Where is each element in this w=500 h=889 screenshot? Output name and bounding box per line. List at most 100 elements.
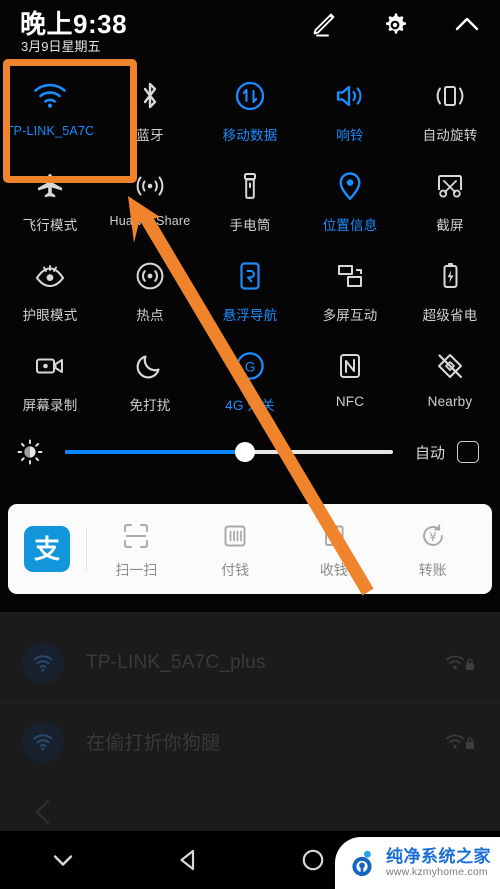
tile-multiscreen[interactable]: 多屏互动	[300, 242, 400, 332]
tile-label: 护眼模式	[22, 308, 78, 323]
tile-label: NFC	[335, 394, 365, 409]
screen-record-icon	[33, 346, 67, 386]
tile-location[interactable]: 位置信息	[300, 152, 400, 242]
tile-label: 响铃	[336, 128, 364, 143]
tile-label: 悬浮导航	[222, 308, 278, 323]
tile-label: 多屏互动	[322, 308, 378, 323]
tile-hotspot[interactable]: 热点	[100, 242, 200, 332]
tile-airplane-mode[interactable]: 飞行模式	[0, 152, 100, 242]
airplane-icon	[34, 166, 66, 206]
tile-label: 手电筒	[229, 218, 271, 233]
tile-nearby[interactable]: Nearby	[400, 332, 500, 422]
tile-label: 位置信息	[322, 218, 378, 233]
barcode-icon	[221, 519, 249, 553]
tile-label: 自动旋转	[422, 128, 478, 143]
tile-flashlight[interactable]: 手电筒	[200, 152, 300, 242]
alipay-action-scan[interactable]: 扫一扫	[87, 519, 186, 580]
tile-label: 移动数据	[222, 128, 278, 143]
tile-screenshot[interactable]: 截屏	[400, 152, 500, 242]
action-label: 收钱	[319, 561, 348, 578]
status-bar: 晚上9:38 3月9日星期五	[0, 0, 500, 58]
back-button[interactable]	[125, 831, 250, 889]
location-pin-icon	[337, 166, 363, 206]
tile-label: 截屏	[436, 218, 464, 233]
slider-fill	[65, 450, 246, 454]
phone-screen: TP-LINK_5A7C_plus 在偷打折你狗腿 晚上9:38 3月9日星期五…	[0, 0, 500, 889]
alipay-action-receive[interactable]: 收钱	[285, 519, 384, 580]
wifi-icon	[33, 76, 67, 116]
scan-icon	[122, 519, 150, 553]
tile-4g-toggle[interactable]: G 4G 开关	[200, 332, 300, 422]
alipay-action-transfer[interactable]: ¥ 转账	[383, 519, 482, 580]
chevron-up-icon[interactable]	[452, 10, 482, 40]
mobile-data-icon	[234, 76, 266, 116]
brightness-icon	[17, 439, 43, 465]
quick-settings-panel: 晚上9:38 3月9日星期五 TP-LINK_5A7C 蓝牙 移动数据 响铃 自…	[0, 0, 500, 612]
settings-gear-icon[interactable]	[380, 10, 410, 40]
transfer-icon: ¥	[419, 519, 447, 553]
tile-label: 屏幕录制	[22, 398, 78, 413]
tile-ringer[interactable]: 响铃	[300, 62, 400, 152]
list-item[interactable]: 在偷打折你狗腿	[0, 702, 500, 780]
quick-settings-row: 屏幕录制 免打扰 G 4G 开关 NFC Nearby	[0, 332, 500, 422]
tile-battery-saver[interactable]: 超级省电	[400, 242, 500, 332]
wifi-ssid: 在偷打折你狗腿	[86, 733, 221, 754]
watermark-logo-icon	[352, 850, 372, 877]
multiscreen-icon	[334, 256, 366, 296]
auto-brightness-label: 自动	[414, 444, 445, 462]
tile-mobile-data[interactable]: 移动数据	[200, 62, 300, 152]
tile-label: TP-LINK_5A7C	[5, 124, 95, 138]
tile-do-not-disturb[interactable]: 免打扰	[100, 332, 200, 422]
list-item[interactable]: TP-LINK_5A7C_plus	[0, 624, 500, 702]
ringer-icon	[334, 76, 366, 116]
quick-settings-row: 护眼模式 热点 悬浮导航 多屏互动 超级省电	[0, 242, 500, 332]
tile-eye-comfort[interactable]: 护眼模式	[0, 242, 100, 332]
tile-nfc[interactable]: NFC	[300, 332, 400, 422]
tile-huawei-share[interactable]: Huawei Share	[100, 152, 200, 242]
edit-icon[interactable]	[308, 10, 338, 40]
svg-text:支: 支	[34, 535, 60, 565]
svg-text:G: G	[245, 359, 256, 374]
receive-icon	[320, 519, 348, 553]
tile-label: 超级省电	[422, 308, 478, 323]
do-not-disturb-icon	[135, 346, 165, 386]
tile-auto-rotate[interactable]: 自动旋转	[400, 62, 500, 152]
svg-text:¥: ¥	[429, 530, 437, 544]
auto-rotate-icon	[433, 76, 467, 116]
tile-label: Huawei Share	[109, 214, 191, 228]
wifi-network-icon	[22, 642, 64, 684]
screenshot-icon	[434, 166, 466, 206]
hotspot-icon	[134, 256, 166, 296]
quick-settings-row: 飞行模式 Huawei Share 手电筒 位置信息 截屏	[0, 152, 500, 242]
tile-label: 免打扰	[129, 398, 171, 413]
wifi-signal-lock-icon	[446, 734, 474, 749]
tile-label: 蓝牙	[136, 128, 164, 143]
nearby-off-icon	[434, 346, 466, 386]
wifi-network-list: TP-LINK_5A7C_plus 在偷打折你狗腿	[0, 624, 500, 780]
action-label: 转账	[418, 561, 447, 578]
alipay-card: 支 扫一扫 付钱 收钱 ¥ 转账	[8, 504, 492, 594]
tile-label: 4G 开关	[225, 398, 275, 413]
bluetooth-icon	[138, 76, 162, 116]
tile-screen-record[interactable]: 屏幕录制	[0, 332, 100, 422]
watermark-url: www.kzmyhome.com	[386, 865, 488, 878]
tile-wifi[interactable]: TP-LINK_5A7C	[0, 62, 100, 152]
flashlight-icon	[239, 166, 261, 206]
4g-toggle-icon: G	[234, 346, 266, 386]
brightness-slider[interactable]	[65, 442, 393, 462]
nav-dock-icon	[237, 256, 263, 296]
wifi-network-icon	[22, 720, 64, 763]
action-label: 付钱	[221, 561, 250, 578]
tile-bluetooth[interactable]: 蓝牙	[100, 62, 200, 152]
slider-knob[interactable]	[235, 442, 256, 462]
alipay-action-pay[interactable]: 付钱	[186, 519, 285, 580]
clock-date: 3月9日星期五	[21, 39, 101, 54]
eye-comfort-icon	[33, 256, 67, 296]
tile-nav-dock[interactable]: 悬浮导航	[200, 242, 300, 332]
action-label: 扫一扫	[115, 561, 158, 578]
alipay-logo[interactable]: 支	[24, 526, 70, 572]
collapse-chevron-down[interactable]	[0, 831, 125, 889]
watermark: 纯净系统之家 www.kzmyhome.com	[335, 837, 500, 889]
auto-brightness-checkbox[interactable]	[457, 441, 479, 463]
settings-back-icon[interactable]	[26, 795, 60, 829]
